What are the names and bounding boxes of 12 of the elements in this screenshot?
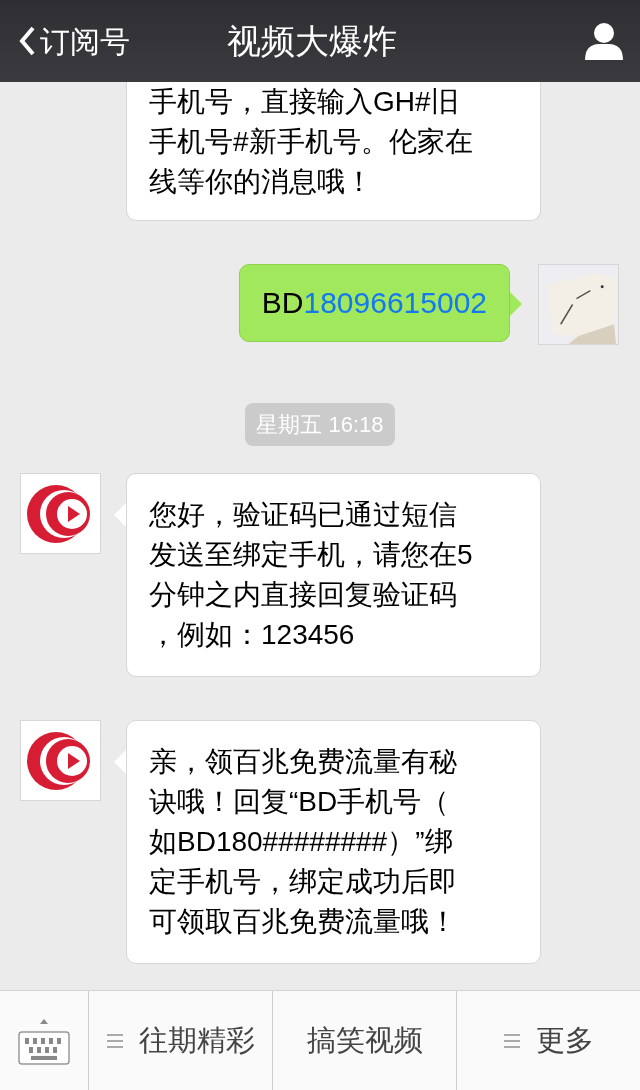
bubble-tail xyxy=(114,503,126,527)
back-icon xyxy=(18,25,36,57)
menu-button[interactable]: 搞笑视频 xyxy=(272,991,456,1090)
bubble-tail xyxy=(510,292,522,316)
logo-avatar[interactable] xyxy=(20,473,101,554)
bubble-tail xyxy=(114,750,126,774)
menu-button[interactable]: 更多 xyxy=(456,991,640,1090)
logo-avatar[interactable] xyxy=(20,720,101,801)
profile-icon[interactable] xyxy=(584,22,624,60)
chat-title: 视频大爆炸 xyxy=(227,20,397,62)
menu-button[interactable]: 往期精彩 xyxy=(88,991,272,1090)
back-button[interactable]: 订阅号 xyxy=(0,18,227,64)
